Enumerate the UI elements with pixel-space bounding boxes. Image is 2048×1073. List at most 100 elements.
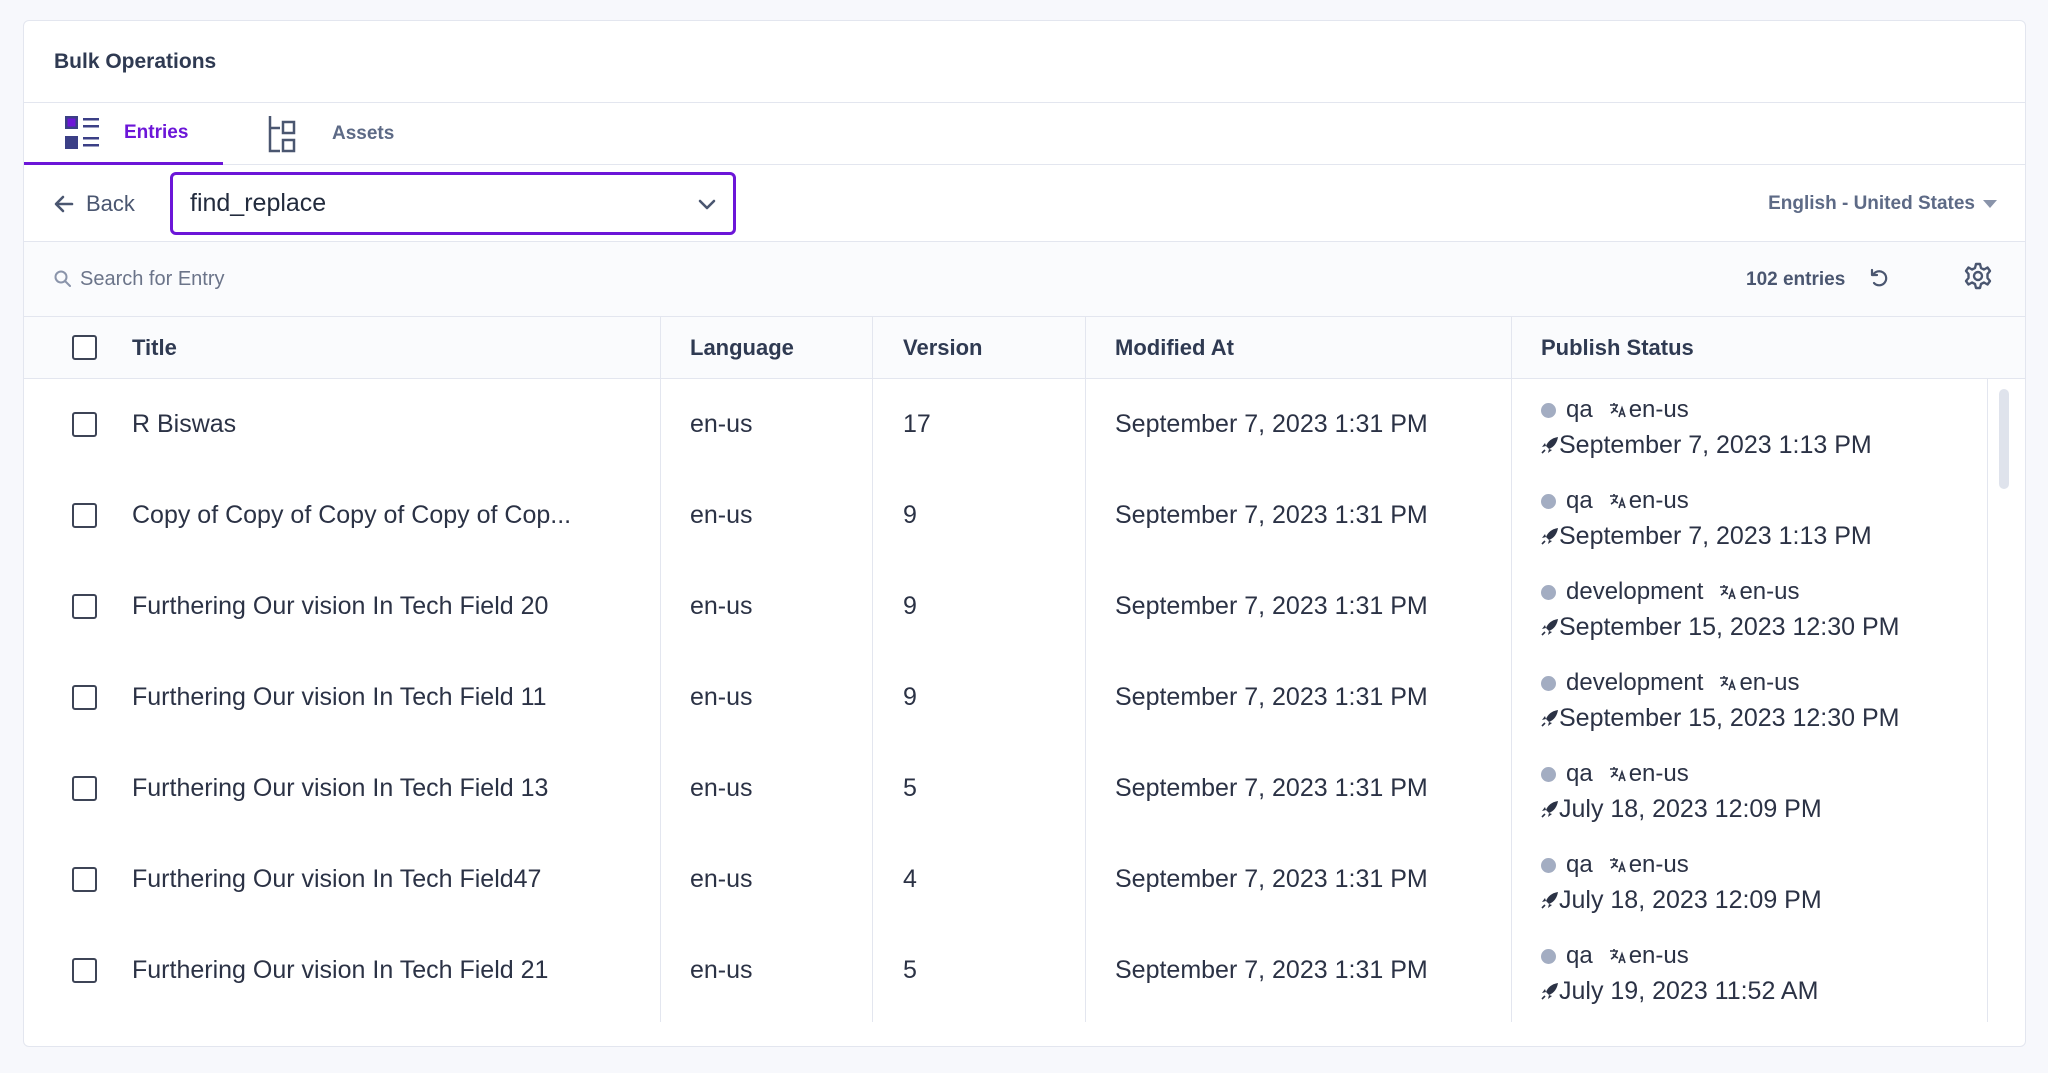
publish-locale: en-us [1739, 578, 1800, 605]
entry-language: en-us [690, 774, 753, 802]
publish-environment: qa [1566, 396, 1593, 423]
table-row[interactable]: R Biswas en-us 17 September 7, 2023 1:31… [24, 379, 2009, 470]
tab-assets-label: Assets [332, 123, 395, 144]
locale-label: English - United States [1768, 192, 1975, 214]
back-label: Back [86, 190, 135, 216]
entry-language: en-us [690, 410, 753, 438]
status-dot [1541, 948, 1556, 964]
publish-environment: qa [1566, 942, 1593, 969]
table-row[interactable]: Furthering Our vision In Tech Field47 en… [24, 834, 2009, 925]
tab-bar: Entries Assets [24, 103, 2025, 165]
entry-title[interactable]: Furthering Our vision In Tech Field 20 [132, 561, 548, 652]
status-dot [1541, 675, 1556, 691]
table-row[interactable]: Furthering Our vision In Tech Field 13 e… [24, 743, 2009, 834]
entry-title[interactable]: R Biswas [132, 379, 236, 470]
row-checkbox[interactable] [72, 412, 97, 437]
row-checkbox[interactable] [72, 594, 97, 619]
assets-icon [264, 115, 300, 153]
entry-title[interactable]: Furthering Our vision In Tech Field 13 [132, 743, 548, 834]
entries-count: 102 entries [1746, 268, 1846, 290]
entry-title[interactable]: Furthering Our vision In Tech Field 21 [132, 925, 548, 1016]
publish-locale: en-us [1628, 396, 1689, 423]
table-header: Title Language Version Modified At Publi… [24, 317, 2025, 379]
search-input[interactable] [80, 258, 680, 300]
column-header-modified-at[interactable]: Modified At [1115, 317, 1234, 379]
publish-date: September 7, 2023 1:13 PM [1559, 430, 1872, 459]
column-divider [1085, 317, 1086, 379]
rocket-icon [1541, 437, 1558, 454]
publish-status: qa en-us September 7, 2023 1:13 PM [1541, 484, 1872, 554]
status-dot [1541, 584, 1556, 600]
publish-environment: qa [1566, 487, 1593, 514]
search-bar: 102 entries [24, 242, 2025, 317]
locale-select[interactable]: English - United States [1768, 165, 1997, 242]
search-icon [54, 270, 71, 292]
rocket-icon [1541, 619, 1558, 636]
rocket-icon [1541, 983, 1558, 1000]
back-button[interactable]: Back [54, 165, 135, 242]
entry-language: en-us [690, 592, 753, 620]
row-checkbox[interactable] [72, 958, 97, 983]
table-scrollbar[interactable] [1987, 379, 2009, 1022]
publish-date: September 15, 2023 12:30 PM [1559, 612, 1900, 641]
publish-date: September 7, 2023 1:13 PM [1559, 521, 1872, 550]
translate-icon [1609, 949, 1626, 964]
column-divider [660, 317, 661, 379]
publish-status: qa en-us September 7, 2023 1:13 PM [1541, 393, 1872, 463]
scrollbar-track [1987, 379, 1988, 1022]
publish-date: July 19, 2023 11:52 AM [1559, 976, 1819, 1005]
publish-status: development en-us September 15, 2023 12:… [1541, 666, 1900, 736]
translate-icon [1609, 494, 1626, 509]
publish-date: September 15, 2023 12:30 PM [1559, 703, 1900, 732]
publish-environment: qa [1566, 760, 1593, 787]
entry-version: 5 [903, 956, 917, 984]
table-row[interactable]: Copy of Copy of Copy of Copy of Cop... e… [24, 470, 2009, 561]
translate-icon [1609, 767, 1626, 782]
entry-modified-at: September 7, 2023 1:31 PM [1115, 410, 1428, 438]
status-dot [1541, 493, 1556, 509]
publish-locale: en-us [1628, 487, 1689, 514]
caret-down-icon [1983, 199, 1997, 208]
entry-title[interactable]: Furthering Our vision In Tech Field 11 [132, 652, 547, 743]
entry-language: en-us [690, 683, 753, 711]
column-header-language[interactable]: Language [690, 317, 794, 379]
column-divider [1511, 317, 1512, 379]
tab-entries[interactable]: Entries [24, 103, 223, 165]
entry-version: 5 [903, 774, 917, 802]
operation-select[interactable]: find_replace [170, 172, 736, 235]
entry-language: en-us [690, 501, 753, 529]
select-all-checkbox[interactable] [72, 335, 97, 360]
entry-version: 9 [903, 683, 917, 711]
scrollbar-thumb[interactable] [1999, 389, 2009, 489]
rocket-icon [1541, 892, 1558, 909]
tab-entries-label: Entries [124, 121, 189, 143]
arrow-left-icon [54, 195, 74, 212]
translate-icon [1720, 676, 1737, 691]
tab-assets[interactable]: Assets [264, 103, 394, 165]
publish-locale: en-us [1628, 942, 1689, 969]
entry-title[interactable]: Copy of Copy of Copy of Copy of Cop... [132, 470, 571, 561]
gear-icon[interactable] [1964, 262, 1992, 295]
bulk-operations-panel: Bulk Operations Entries Assets Back find… [23, 20, 2026, 1047]
column-header-version[interactable]: Version [903, 317, 982, 379]
table-row[interactable]: Furthering Our vision In Tech Field 11 e… [24, 652, 2009, 743]
table-row[interactable]: Furthering Our vision In Tech Field 21 e… [24, 925, 2009, 1016]
entry-title[interactable]: Furthering Our vision In Tech Field47 [132, 834, 541, 925]
entry-version: 4 [903, 865, 917, 893]
publish-environment: qa [1566, 851, 1593, 878]
refresh-icon[interactable] [1868, 267, 1890, 294]
entry-version: 17 [903, 410, 931, 438]
status-dot [1541, 766, 1556, 782]
column-header-title[interactable]: Title [132, 317, 177, 379]
row-checkbox[interactable] [72, 867, 97, 892]
column-header-publish-status[interactable]: Publish Status [1541, 317, 1694, 379]
publish-status: qa en-us July 19, 2023 11:52 AM [1541, 939, 1818, 1009]
publish-locale: en-us [1628, 760, 1689, 787]
panel-header: Bulk Operations [24, 21, 2025, 103]
row-checkbox[interactable] [72, 503, 97, 528]
chevron-down-icon [698, 199, 716, 210]
row-checkbox[interactable] [72, 776, 97, 801]
table-row[interactable]: Furthering Our vision In Tech Field 20 e… [24, 561, 2009, 652]
entry-modified-at: September 7, 2023 1:31 PM [1115, 774, 1428, 802]
row-checkbox[interactable] [72, 685, 97, 710]
